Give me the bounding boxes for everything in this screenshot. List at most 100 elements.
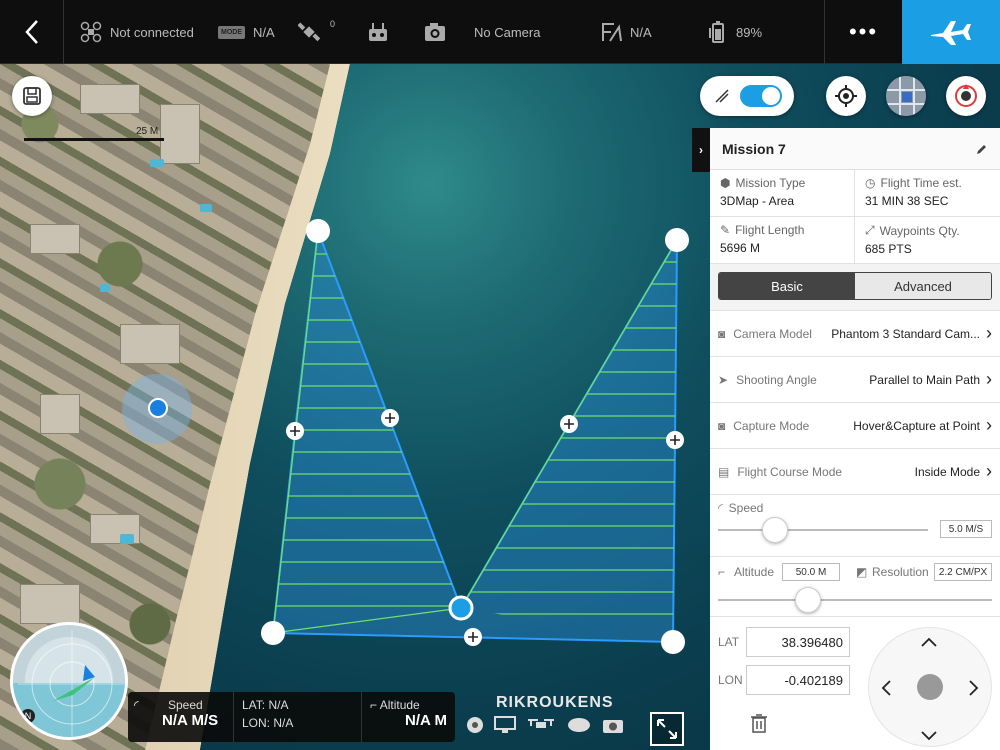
- more-options-button[interactable]: •••: [824, 0, 902, 64]
- dpad-up-button[interactable]: [921, 634, 937, 652]
- survey-vertex[interactable]: [306, 219, 330, 243]
- expand-view-button[interactable]: [650, 712, 684, 746]
- lon-label: LON: [718, 673, 743, 687]
- ruler-icon: ✎: [720, 223, 731, 237]
- panel-collapse-button[interactable]: ›: [692, 128, 710, 172]
- flight-mode-icon: [600, 21, 622, 43]
- setting-shooting-angle[interactable]: ➤ Shooting Angle Parallel to Main Path ›: [710, 356, 1000, 402]
- survey-vertex-selected[interactable]: [448, 595, 474, 621]
- watermark-logo: RIKROUKENS: [496, 694, 614, 711]
- mode-status[interactable]: MODE N/A: [218, 0, 275, 64]
- lon-input[interactable]: -0.402189: [746, 665, 850, 695]
- tab-advanced[interactable]: Advanced: [855, 273, 991, 299]
- chevron-right-icon: ›: [699, 143, 703, 157]
- survey-vertex[interactable]: [261, 621, 285, 645]
- camera-icon: [424, 22, 446, 42]
- survey-vertex[interactable]: [665, 228, 689, 252]
- survey-midpoint[interactable]: [464, 628, 482, 646]
- speed-setting: ◜ Speed 5.0 M/S: [710, 494, 1000, 556]
- speed-label: Speed: [728, 501, 764, 515]
- dpad-left-button[interactable]: [881, 680, 891, 701]
- compass-orientation-button[interactable]: [946, 76, 986, 116]
- stat-value: 31 MIN 38 SEC: [865, 194, 949, 208]
- stat-flight-length: ✎ Flight Length 5696 M: [710, 217, 855, 264]
- compass-north-label: N: [21, 709, 35, 723]
- toggle-switch[interactable]: [740, 85, 782, 107]
- chevron-right-icon: ›: [986, 323, 992, 343]
- lat-input[interactable]: 38.396480: [746, 627, 850, 657]
- resolution-value-box[interactable]: 2.2 CM/PX: [934, 563, 992, 581]
- remote-controller-status[interactable]: [367, 0, 397, 64]
- edit-pencil-icon[interactable]: [976, 143, 988, 155]
- map-lock-toggle[interactable]: [700, 76, 794, 116]
- survey-midpoint[interactable]: [286, 422, 304, 440]
- attitude-compass[interactable]: N: [10, 622, 128, 740]
- gps-status[interactable]: 0: [298, 0, 335, 64]
- altitude-slider[interactable]: [718, 585, 992, 615]
- speed-value-box[interactable]: 5.0 M/S: [940, 520, 992, 538]
- stat-value: 685 PTS: [865, 242, 912, 256]
- hud-altitude-label: Altitude: [379, 698, 420, 712]
- tab-basic[interactable]: Basic: [719, 273, 855, 299]
- locate-aircraft-button[interactable]: [826, 76, 866, 116]
- setting-capture-mode[interactable]: ◙ Capture Mode Hover&Capture at Point ›: [710, 402, 1000, 448]
- more-icon: •••: [848, 19, 879, 44]
- hud-altitude: ⌐ Altitude N/A M: [362, 692, 455, 742]
- waypoint-icon: ⤢: [865, 223, 875, 237]
- cube-icon: ⬢: [720, 176, 731, 190]
- speed-slider[interactable]: 5.0 M/S: [718, 515, 992, 545]
- mission-stats-grid: ⬢ Mission Type 3DMap - Area ◷ Flight Time …: [710, 170, 1000, 264]
- setting-flight-course-mode[interactable]: ▤ Flight Course Mode Inside Mode ›: [710, 448, 1000, 494]
- trash-icon[interactable]: [750, 713, 768, 733]
- stat-flight-time: ◷ Flight Time est. 31 MIN 38 SEC: [855, 170, 1000, 217]
- chevron-right-icon: ›: [986, 369, 992, 389]
- stat-label: Waypoints Qty.: [879, 223, 960, 238]
- resolution-icon: ◩: [856, 565, 868, 579]
- dpad-down-button[interactable]: [921, 728, 937, 746]
- bottom-icon-strip: [466, 716, 624, 734]
- altitude-label: Altitude: [734, 565, 775, 579]
- hud-speed-value: N/A M/S: [162, 712, 219, 729]
- survey-midpoint[interactable]: [560, 415, 578, 433]
- camera-icon: [603, 720, 623, 733]
- navigation-arrow-icon: ➤: [718, 372, 729, 387]
- camera-status[interactable]: No Camera: [424, 0, 540, 64]
- altitude-slider-thumb[interactable]: [795, 587, 822, 613]
- hud-lon: LON: N/A: [242, 716, 294, 730]
- altitude-value-box[interactable]: 50.0 M: [782, 563, 840, 581]
- setting-label: Flight Course Mode: [737, 464, 843, 479]
- dpad-center-button[interactable]: [917, 674, 943, 700]
- drone-icon: [80, 21, 102, 43]
- stat-label: Mission Type: [735, 176, 806, 190]
- setting-camera-model[interactable]: ◙ Camera Model Phantom 3 Standard Cam... …: [710, 310, 1000, 356]
- survey-vertex[interactable]: [661, 630, 685, 654]
- setting-label: Camera Model: [733, 326, 812, 341]
- takeoff-upload-button[interactable]: [902, 0, 1000, 64]
- hud-speed: ◜ Speed N/A M/S: [128, 692, 234, 742]
- save-icon: [23, 87, 41, 105]
- survey-midpoint[interactable]: [381, 409, 399, 427]
- stat-waypoints: ⤢ Waypoints Qty. 685 PTS: [855, 217, 1000, 264]
- dpad-right-button[interactable]: [969, 680, 979, 701]
- settings-tabs: Basic Advanced: [718, 272, 992, 300]
- chevron-up-icon: [921, 637, 937, 647]
- disc-icon: [467, 717, 483, 733]
- battery-status[interactable]: 89%: [708, 0, 762, 64]
- crosshair-icon: [835, 85, 857, 107]
- survey-midpoint[interactable]: [666, 431, 684, 449]
- stat-value: 5696 M: [720, 241, 761, 255]
- map-layer-button[interactable]: [886, 76, 926, 116]
- stat-label: Flight Time est.: [880, 176, 962, 190]
- setting-value: Hover&Capture at Point: [853, 418, 980, 433]
- mission-save-button[interactable]: [12, 76, 52, 116]
- chevron-right-icon: ›: [986, 415, 992, 435]
- stat-mission-type: ⬢ Mission Type 3DMap - Area: [710, 170, 855, 217]
- flight-mode-status[interactable]: N/A: [600, 0, 652, 64]
- speed-gauge-icon: ◜: [134, 698, 139, 712]
- camera-icon: ◙: [718, 326, 726, 341]
- back-button[interactable]: [0, 0, 64, 64]
- survey-polygon[interactable]: [271, 230, 679, 644]
- speed-slider-thumb[interactable]: [761, 517, 788, 543]
- aircraft-connection-status[interactable]: Not connected: [80, 0, 194, 64]
- waypoint-dpad[interactable]: [868, 627, 992, 747]
